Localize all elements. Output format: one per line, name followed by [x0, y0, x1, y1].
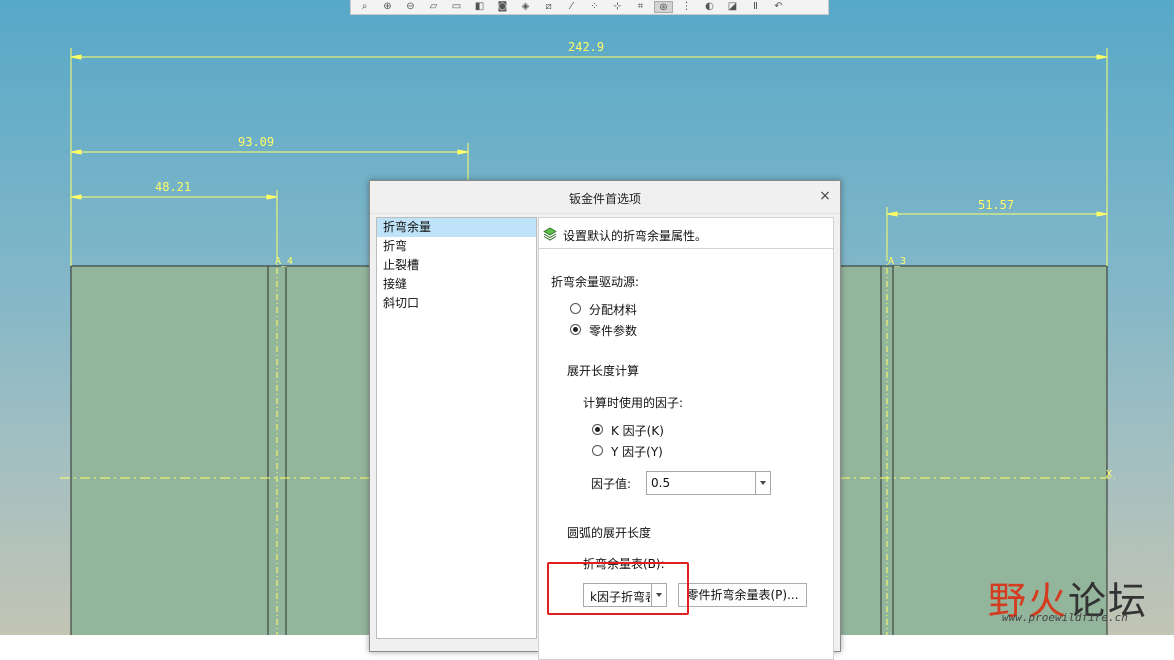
axis-display-icon[interactable]: ⁄ [562, 1, 581, 13]
dialog-titlebar: 钣金件首选项 × [370, 181, 840, 214]
arrowhead [266, 194, 278, 200]
annotation-display-icon[interactable]: ⌗ [631, 1, 650, 13]
chevron-down-icon[interactable] [755, 472, 770, 494]
sheetmetal-icon [543, 227, 557, 241]
radio-y-factor[interactable] [592, 445, 603, 456]
category-item[interactable]: 止裂槽 [377, 256, 536, 275]
model-tree-icon[interactable]: ⋮ [677, 1, 696, 13]
red-highlight-box [547, 562, 689, 615]
dimension-right: 51.57 [978, 198, 1014, 212]
zoom-in-icon[interactable]: ⊕ [378, 1, 397, 13]
factor-value-label: 因子值: [591, 477, 632, 491]
source-label: 折弯余量驱动源: [551, 275, 640, 289]
part-bend-table-button[interactable]: 零件折弯余量表(P)... [678, 583, 807, 607]
factor-value-combo[interactable]: 0.5 [646, 471, 771, 495]
repaint-icon[interactable]: ▱ [424, 1, 443, 13]
arrowhead [457, 149, 469, 155]
pane-header: 设置默认的折弯余量属性。 [538, 217, 834, 248]
arrowhead [70, 54, 82, 60]
category-list: 折弯余量 折弯 止裂槽 接缝 斜切口 [376, 217, 537, 639]
close-icon[interactable]: × [818, 188, 832, 204]
saved-views-icon[interactable]: ▭ [447, 1, 466, 13]
category-item[interactable]: 折弯余量 [377, 218, 536, 237]
dimension-overall: 242.9 [568, 40, 604, 54]
option-y-factor[interactable]: Y 因子(Y) [611, 443, 663, 460]
radio-part-parameters[interactable] [570, 324, 581, 335]
zoom-out-icon[interactable]: ⊖ [401, 1, 420, 13]
undo-icon[interactable]: ↶ [769, 1, 788, 13]
category-item[interactable]: 接缝 [377, 275, 536, 294]
pause-icon[interactable]: Ⅱ [746, 1, 765, 13]
view-manager-icon[interactable]: ◈ [516, 1, 535, 13]
spin-center-icon[interactable]: ⊛ [654, 1, 673, 13]
arrowhead [70, 149, 82, 155]
option-k-factor[interactable]: K 因子(K) [611, 422, 664, 439]
category-item[interactable]: 折弯 [377, 237, 536, 256]
display-style-icon[interactable]: ◧ [470, 1, 489, 13]
bend-marker-right: A_3 [888, 256, 906, 267]
arrowhead [1096, 211, 1108, 217]
dialog-title: 钣金件首选项 [568, 192, 641, 206]
radio-assign-material[interactable] [570, 303, 581, 314]
zoom-fit-icon[interactable]: ⌕ [355, 1, 374, 13]
forum-watermark: 野火论坛 www.proewildfire.cn [988, 560, 1174, 635]
pane-description: 设置默认的折弯余量属性。 [563, 229, 708, 243]
dimension-mid: 93.09 [238, 135, 274, 149]
bend-marker-left: A_4 [275, 256, 293, 267]
arrowhead [886, 211, 898, 217]
camera-icon[interactable]: ◙ [493, 1, 512, 13]
dimension-left: 48.21 [155, 180, 191, 194]
option-assign-material[interactable]: 分配材料 [589, 301, 637, 318]
factor-label: 计算时使用的因子: [583, 396, 684, 410]
view-toolbar: ⌕ ⊕ ⊖ ▱ ▭ ◧ ◙ ◈ ⧄ ⁄ ⁘ ⊹ ⌗ ⊛ ⋮ ◐ ◪ Ⅱ ↶ [350, 0, 829, 15]
csys-display-icon[interactable]: ⊹ [608, 1, 627, 13]
watermark-url: www.proewildfire.cn [1002, 611, 1128, 624]
factor-value: 0.5 [651, 476, 671, 490]
arrowhead [1096, 54, 1108, 60]
plane-display-icon[interactable]: ⧄ [539, 1, 558, 13]
appearance-icon[interactable]: ◐ [700, 1, 719, 13]
point-display-icon[interactable]: ⁘ [585, 1, 604, 13]
axis-label: X [1106, 469, 1112, 480]
section-icon[interactable]: ◪ [723, 1, 742, 13]
option-part-parameters[interactable]: 零件参数 [589, 322, 637, 339]
arc-length-heading: 圆弧的展开长度 [567, 526, 652, 540]
develop-length-heading: 展开长度计算 [567, 364, 640, 378]
category-item[interactable]: 斜切口 [377, 294, 536, 313]
arrowhead [70, 194, 82, 200]
radio-k-factor[interactable] [592, 424, 603, 435]
